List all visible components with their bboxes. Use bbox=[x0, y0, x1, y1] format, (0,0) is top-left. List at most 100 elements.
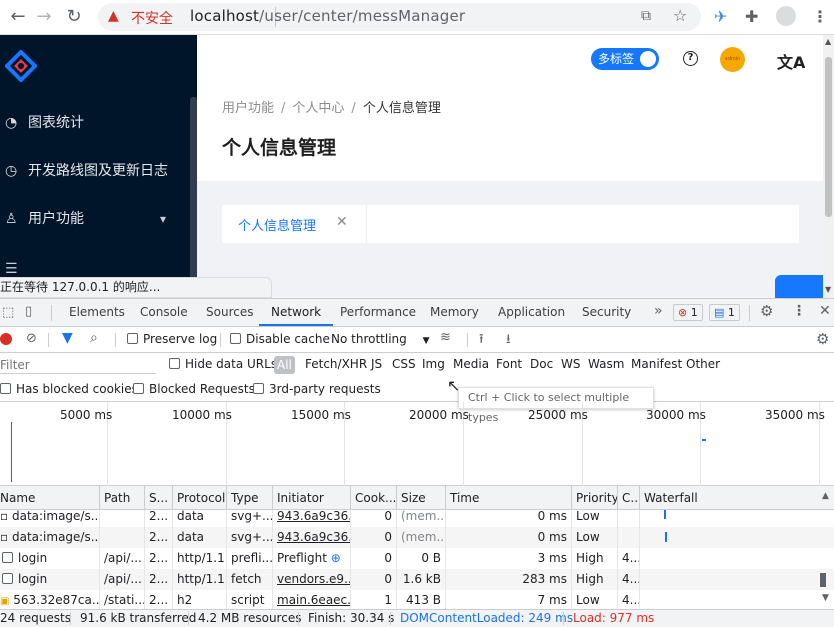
sidebar-item-user[interactable]: ♙ 用户功能 ▾ bbox=[0, 199, 190, 239]
language-icon[interactable]: 文A bbox=[777, 49, 805, 73]
tab-sources[interactable]: Sources bbox=[206, 299, 253, 326]
scroll-thumb[interactable] bbox=[825, 57, 832, 217]
filter-type-ws[interactable]: WS bbox=[561, 353, 580, 375]
gear-icon[interactable]: ⚙ bbox=[760, 302, 773, 320]
has-blocked-cookies-checkbox[interactable]: Has blocked cookies bbox=[0, 382, 138, 396]
scroll-down-icon[interactable]: ▼ bbox=[825, 285, 831, 294]
help-icon[interactable]: ? bbox=[683, 51, 698, 66]
column-header[interactable]: Path bbox=[100, 486, 145, 510]
tab-label[interactable]: 个人信息管理 bbox=[238, 215, 316, 234]
sidebar-item-charts[interactable]: ◔ 图表统计 bbox=[0, 103, 190, 143]
record-icon[interactable] bbox=[0, 333, 12, 345]
filter-type-css[interactable]: CSS bbox=[392, 353, 416, 375]
filter-type-manifest[interactable]: Manifest bbox=[631, 353, 682, 375]
extension-bird-icon[interactable]: ✈ bbox=[714, 7, 727, 26]
tab-performance[interactable]: Performance bbox=[340, 299, 416, 326]
initiator-text[interactable]: Preflight bbox=[277, 551, 327, 565]
cell-initiator[interactable]: vendors.e9... bbox=[273, 569, 351, 590]
column-header[interactable]: C... bbox=[618, 486, 640, 510]
url-text[interactable]: localhost/user/center/messManager bbox=[190, 7, 465, 25]
table-row[interactable]: login /api/... 2... http/1.1 prefli... P… bbox=[0, 548, 834, 569]
close-devtools-icon[interactable]: ✕ bbox=[819, 303, 831, 319]
throttling-select[interactable]: No throttling ▼ bbox=[331, 332, 430, 346]
disable-cache-checkbox[interactable]: Disable cache bbox=[230, 332, 330, 346]
collapse-menu-icon[interactable]: ☰ bbox=[5, 261, 18, 277]
checkbox-box[interactable] bbox=[0, 383, 11, 394]
tab-memory[interactable]: Memory bbox=[430, 299, 479, 326]
filter-type-font[interactable]: Font bbox=[496, 353, 522, 375]
column-header[interactable]: Type bbox=[227, 486, 273, 510]
warning-icon[interactable]: ▲ bbox=[108, 8, 119, 24]
hide-data-urls-checkbox[interactable]: Hide data URLs bbox=[169, 357, 277, 371]
filter-type-js[interactable]: JS bbox=[371, 353, 382, 375]
forward-icon[interactable]: → bbox=[32, 6, 56, 28]
close-icon[interactable]: ✕ bbox=[336, 214, 348, 230]
checkbox-box[interactable] bbox=[169, 358, 180, 369]
request-name[interactable]: login bbox=[18, 551, 47, 565]
sidebar-item-roadmap[interactable]: ◷ 开发路线图及更新日志 bbox=[0, 151, 190, 191]
cell-name[interactable]: ▫ data:image/s... bbox=[0, 510, 100, 527]
table-row[interactable]: ▣ 563.32e87ca... /stati... 2... h2 scrip… bbox=[0, 590, 834, 609]
page-scrollbar[interactable]: ▲ ▼ bbox=[823, 35, 834, 298]
extensions-puzzle-icon[interactable]: ✚ bbox=[745, 7, 758, 26]
insecure-label[interactable]: 不安全 bbox=[131, 8, 173, 28]
sidebar-scrollbar[interactable] bbox=[190, 97, 197, 298]
column-header[interactable]: Waterfall bbox=[640, 486, 820, 510]
checkbox-box[interactable] bbox=[230, 333, 241, 344]
checkbox-box[interactable] bbox=[127, 333, 138, 344]
column-header[interactable]: Protocol bbox=[173, 486, 227, 510]
column-header[interactable]: Time bbox=[446, 486, 572, 510]
filter-type-wasm[interactable]: Wasm bbox=[588, 353, 624, 375]
cell-initiator[interactable]: Preflight ⊕ bbox=[273, 548, 351, 569]
network-overview[interactable]: 5000 ms 10000 ms 15000 ms 20000 ms 25000… bbox=[0, 402, 834, 486]
tab-profile[interactable]: 个人信息管理 ✕ bbox=[222, 205, 367, 243]
filter-type-all[interactable]: All bbox=[274, 356, 295, 374]
preserve-log-checkbox[interactable]: Preserve log bbox=[127, 332, 217, 346]
url-host[interactable]: localhost bbox=[190, 7, 259, 25]
checkbox-box[interactable] bbox=[133, 383, 144, 394]
column-header[interactable]: S... bbox=[145, 486, 173, 510]
cell-name[interactable]: ▣ 563.32e87ca... bbox=[0, 590, 100, 609]
tab-network[interactable]: Network bbox=[259, 299, 334, 326]
table-row[interactable]: ▫ data:image/s... 2... data svg+... 943.… bbox=[0, 527, 834, 548]
back-icon[interactable]: ← bbox=[6, 6, 30, 28]
more-menu-icon[interactable]: ⋮ bbox=[812, 7, 828, 26]
cell-name[interactable]: ▫ data:image/s... bbox=[0, 527, 100, 548]
export-har-icon[interactable]: ⭳ bbox=[506, 330, 511, 352]
translate-icon[interactable]: ⧉ bbox=[641, 8, 651, 24]
cell-initiator[interactable]: main.6eaec... bbox=[273, 590, 351, 609]
filter-type-img[interactable]: Img bbox=[422, 353, 445, 375]
cell-initiator[interactable]: 943.6a9c36... bbox=[273, 510, 351, 527]
network-settings-icon[interactable]: ⚙ bbox=[816, 330, 829, 348]
column-header[interactable]: Cook... bbox=[351, 486, 397, 510]
more-tabs-icon[interactable]: » bbox=[654, 303, 663, 319]
filter-type-doc[interactable]: Doc bbox=[530, 353, 553, 375]
cell-initiator[interactable]: 943.6a9c36... bbox=[273, 527, 351, 548]
cell-name[interactable]: login bbox=[0, 569, 100, 590]
scroll-up-icon[interactable]: ▲ bbox=[822, 491, 829, 501]
search-icon[interactable]: ⌕ bbox=[90, 330, 98, 346]
table-row[interactable]: ▫ data:image/s... 2... data svg+... 943.… bbox=[0, 510, 834, 527]
column-header[interactable]: Priority bbox=[572, 486, 618, 510]
blocked-requests-checkbox[interactable]: Blocked Requests bbox=[133, 382, 255, 396]
cell-name[interactable]: login bbox=[0, 548, 100, 569]
breadcrumb-item[interactable]: 个人中心 bbox=[292, 101, 344, 116]
breadcrumb-item[interactable]: 用户功能 bbox=[222, 101, 274, 116]
url-path[interactable]: /user/center/messManager bbox=[259, 7, 465, 25]
filter-type-fetch-xhr[interactable]: Fetch/XHR bbox=[305, 353, 367, 375]
inspect-element-icon[interactable]: ⬚ bbox=[2, 305, 14, 320]
table-row[interactable]: login /api/... 2... http/1.1 fetch vendo… bbox=[0, 569, 834, 590]
request-name[interactable]: data:image/s... bbox=[12, 530, 99, 544]
profile-avatar-icon[interactable] bbox=[776, 6, 796, 26]
column-header[interactable]: Initiator bbox=[273, 486, 351, 510]
request-name[interactable]: data:image/s... bbox=[12, 510, 99, 523]
filter-input[interactable] bbox=[0, 356, 156, 374]
column-header[interactable]: Name bbox=[0, 486, 100, 510]
address-bar[interactable]: ▲ 不安全 localhost/user/center/messManager … bbox=[98, 3, 701, 31]
checkbox-box[interactable] bbox=[253, 383, 264, 394]
request-name[interactable]: 563.32e87ca... bbox=[13, 593, 99, 607]
filter-type-media[interactable]: Media bbox=[453, 353, 489, 375]
devtools-menu-icon[interactable]: ⋮ bbox=[792, 303, 806, 319]
tab-console[interactable]: Console bbox=[140, 299, 188, 326]
tab-security[interactable]: Security bbox=[582, 299, 631, 326]
